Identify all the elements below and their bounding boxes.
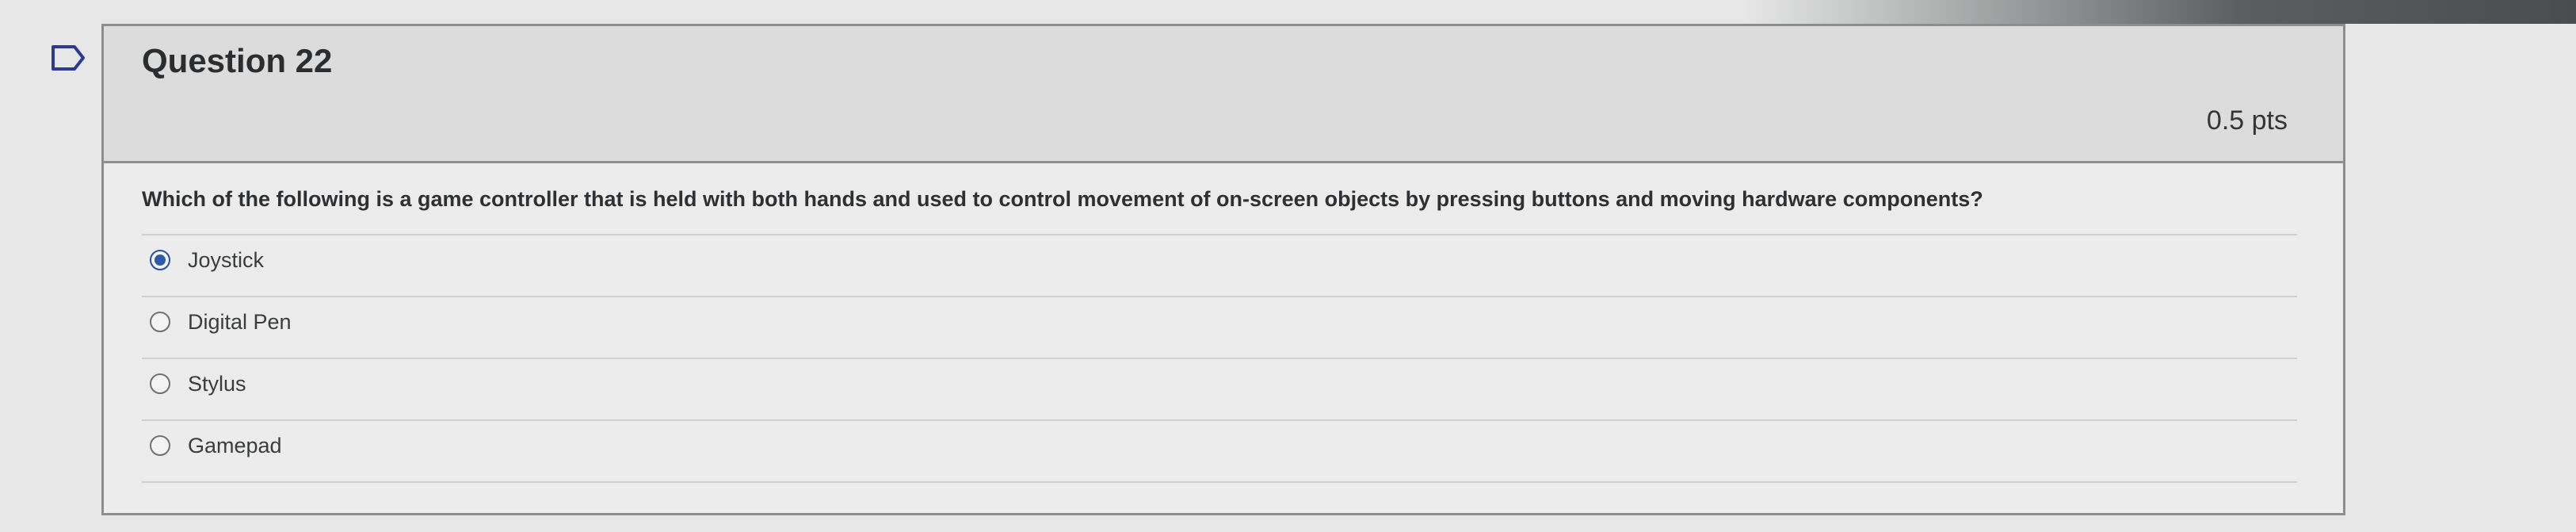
answer-label: Digital Pen [188, 309, 292, 334]
top-bar [1743, 0, 2576, 24]
question-points: 0.5 pts [2206, 105, 2288, 136]
answer-option-digital-pen[interactable]: Digital Pen [150, 302, 292, 342]
answer-option-joystick[interactable]: Joystick [150, 240, 264, 280]
flag-question-icon[interactable] [51, 44, 86, 71]
answer-label: Gamepad [188, 433, 282, 457]
question-prompt: Which of the following is a game control… [142, 187, 1983, 211]
divider [142, 481, 2297, 483]
answer-label: Joystick [188, 247, 265, 272]
divider [142, 419, 2297, 421]
divider [142, 234, 2297, 235]
divider [142, 358, 2297, 359]
question-card: Question 22 0.5 pts Which of the followi… [101, 24, 2345, 515]
radio-unselected-icon[interactable] [150, 435, 170, 456]
divider [142, 296, 2297, 297]
radio-selected-icon[interactable] [150, 250, 170, 270]
answer-option-gamepad[interactable]: Gamepad [150, 426, 282, 465]
radio-unselected-icon[interactable] [150, 373, 170, 394]
answer-label: Stylus [188, 371, 246, 396]
question-header: Question 22 0.5 pts [104, 26, 2343, 163]
question-title: Question 22 [142, 42, 333, 79]
answer-option-stylus[interactable]: Stylus [150, 364, 246, 404]
radio-unselected-icon[interactable] [150, 312, 170, 332]
